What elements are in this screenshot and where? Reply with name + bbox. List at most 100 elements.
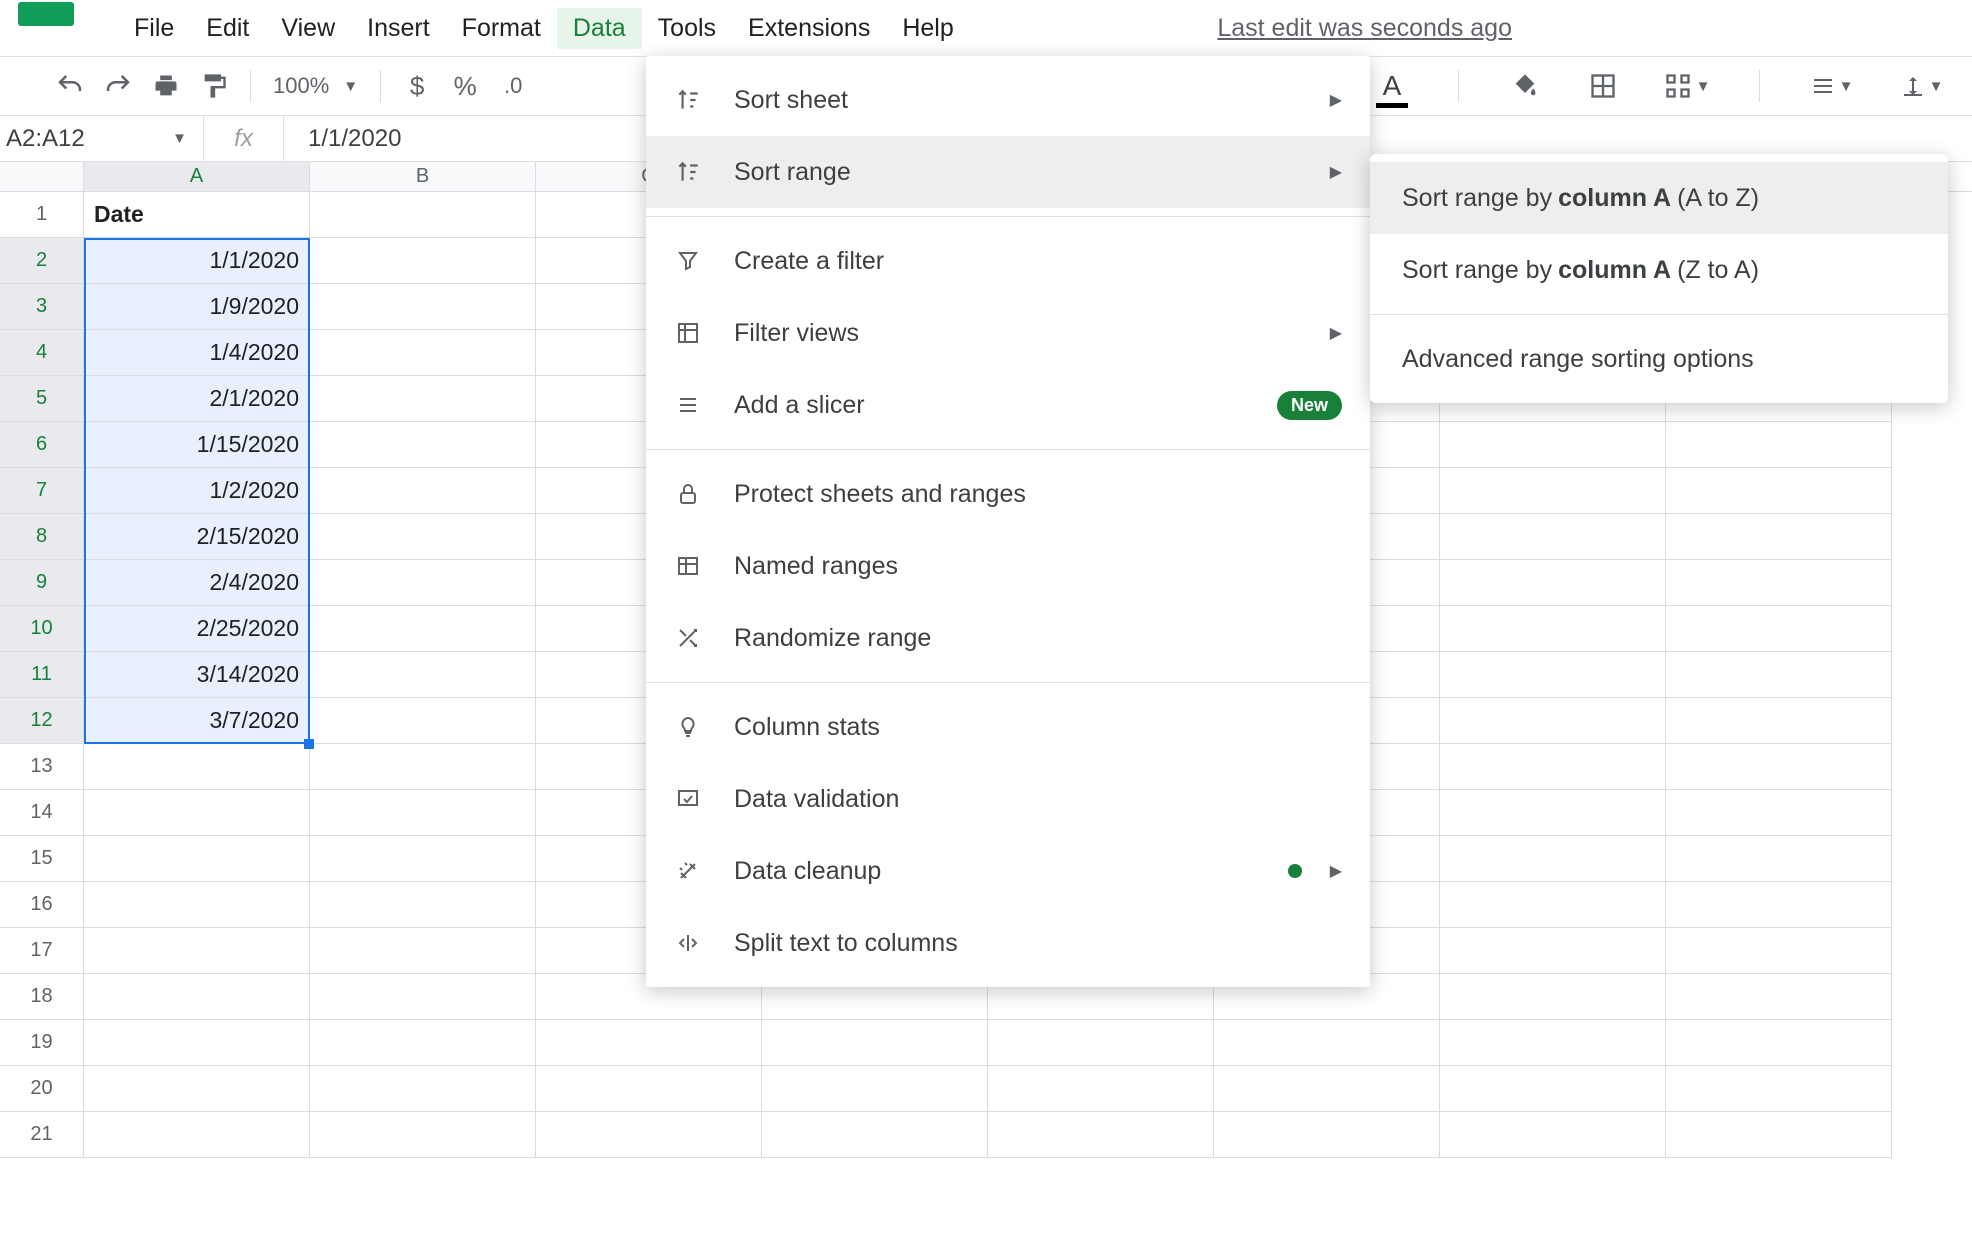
cell[interactable] <box>1666 882 1892 927</box>
cell[interactable] <box>84 744 310 789</box>
cell[interactable] <box>1214 1066 1440 1111</box>
cell[interactable]: 1/4/2020 <box>84 330 310 375</box>
fill-color-icon[interactable] <box>1501 62 1549 110</box>
cell[interactable] <box>310 330 536 375</box>
print-icon[interactable] <box>142 62 190 110</box>
menu-format[interactable]: Format <box>446 8 557 49</box>
cell[interactable] <box>310 744 536 789</box>
cell[interactable] <box>310 790 536 835</box>
cell[interactable] <box>762 1066 988 1111</box>
submenu-sort-za[interactable]: Sort range by column A (Z to A) <box>1370 234 1948 306</box>
cell[interactable]: 2/25/2020 <box>84 606 310 651</box>
cell[interactable] <box>1440 1112 1666 1157</box>
row-header-12[interactable]: 12 <box>0 698 83 744</box>
menu-column-stats[interactable]: Column stats <box>646 691 1370 763</box>
cell[interactable] <box>84 790 310 835</box>
cell[interactable] <box>536 1066 762 1111</box>
row-header-17[interactable]: 17 <box>0 928 83 974</box>
cell[interactable] <box>1666 606 1892 651</box>
menu-sort-range[interactable]: Sort range ▶ <box>646 136 1370 208</box>
cell[interactable] <box>1666 1112 1892 1157</box>
menu-edit[interactable]: Edit <box>190 8 265 49</box>
cell[interactable] <box>84 836 310 881</box>
menu-create-filter[interactable]: Create a filter <box>646 225 1370 297</box>
cell[interactable]: 1/2/2020 <box>84 468 310 513</box>
name-box[interactable]: A2:A12▼ <box>0 116 204 162</box>
row-header-11[interactable]: 11 <box>0 652 83 698</box>
menu-filter-views[interactable]: Filter views ▶ <box>646 297 1370 369</box>
row-header-19[interactable]: 19 <box>0 1020 83 1066</box>
cell[interactable] <box>310 422 536 467</box>
cell[interactable] <box>536 1020 762 1065</box>
menu-split-text[interactable]: Split text to columns <box>646 907 1370 979</box>
valign-icon[interactable]: ▼ <box>1892 62 1952 110</box>
cell[interactable] <box>310 192 536 237</box>
last-edit-link[interactable]: Last edit was seconds ago <box>1217 14 1512 43</box>
row-header-1[interactable]: 1 <box>0 192 83 238</box>
cell[interactable] <box>310 1066 536 1111</box>
cell[interactable] <box>310 238 536 283</box>
cell[interactable] <box>310 1112 536 1157</box>
cell[interactable] <box>310 836 536 881</box>
paint-format-icon[interactable] <box>190 62 238 110</box>
cell[interactable]: 1/9/2020 <box>84 284 310 329</box>
percent-icon[interactable]: % <box>441 62 489 110</box>
cell[interactable]: 2/15/2020 <box>84 514 310 559</box>
menu-data-validation[interactable]: Data validation <box>646 763 1370 835</box>
cell[interactable] <box>84 974 310 1019</box>
cell[interactable] <box>988 1112 1214 1157</box>
cell[interactable] <box>1440 836 1666 881</box>
menu-tools[interactable]: Tools <box>642 8 732 49</box>
row-header-15[interactable]: 15 <box>0 836 83 882</box>
merge-icon[interactable]: ▼ <box>1657 62 1717 110</box>
row-header-3[interactable]: 3 <box>0 284 83 330</box>
cell[interactable] <box>1666 652 1892 697</box>
cell[interactable] <box>84 928 310 973</box>
cell[interactable] <box>1666 468 1892 513</box>
row-header-4[interactable]: 4 <box>0 330 83 376</box>
cell[interactable] <box>1440 698 1666 743</box>
cell[interactable] <box>1440 1020 1666 1065</box>
undo-icon[interactable] <box>46 62 94 110</box>
redo-icon[interactable] <box>94 62 142 110</box>
row-header-10[interactable]: 10 <box>0 606 83 652</box>
cell[interactable] <box>762 1020 988 1065</box>
cell[interactable] <box>310 468 536 513</box>
cell[interactable] <box>1440 928 1666 973</box>
menu-data-cleanup[interactable]: Data cleanup ▶ <box>646 835 1370 907</box>
col-header-A[interactable]: A <box>84 162 310 191</box>
row-header-5[interactable]: 5 <box>0 376 83 422</box>
currency-icon[interactable]: $ <box>393 62 441 110</box>
align-icon[interactable]: ▼ <box>1802 62 1862 110</box>
cell[interactable]: 3/14/2020 <box>84 652 310 697</box>
cell[interactable] <box>1440 744 1666 789</box>
row-header-18[interactable]: 18 <box>0 974 83 1020</box>
row-header-2[interactable]: 2 <box>0 238 83 284</box>
cell[interactable] <box>310 1020 536 1065</box>
menu-view[interactable]: View <box>265 8 351 49</box>
cell[interactable] <box>1666 560 1892 605</box>
cell[interactable] <box>310 882 536 927</box>
submenu-sort-az[interactable]: Sort range by column A (A to Z) <box>1370 162 1948 234</box>
cell[interactable] <box>1440 422 1666 467</box>
cell[interactable]: 2/1/2020 <box>84 376 310 421</box>
cell[interactable] <box>1214 1020 1440 1065</box>
cell[interactable] <box>988 1066 1214 1111</box>
cell[interactable] <box>1440 974 1666 1019</box>
menu-data[interactable]: Data <box>557 8 642 49</box>
row-header-20[interactable]: 20 <box>0 1066 83 1112</box>
col-header-B[interactable]: B <box>310 162 536 191</box>
menu-file[interactable]: File <box>118 8 190 49</box>
cell[interactable] <box>1666 1066 1892 1111</box>
row-header-8[interactable]: 8 <box>0 514 83 560</box>
cell[interactable] <box>1440 514 1666 559</box>
menu-help[interactable]: Help <box>886 8 969 49</box>
row-header-13[interactable]: 13 <box>0 744 83 790</box>
cell[interactable] <box>1666 790 1892 835</box>
cell[interactable] <box>310 974 536 1019</box>
cell[interactable] <box>84 1066 310 1111</box>
menu-sort-sheet[interactable]: Sort sheet ▶ <box>646 64 1370 136</box>
cell[interactable] <box>1666 1020 1892 1065</box>
cell[interactable] <box>1666 698 1892 743</box>
row-header-7[interactable]: 7 <box>0 468 83 514</box>
